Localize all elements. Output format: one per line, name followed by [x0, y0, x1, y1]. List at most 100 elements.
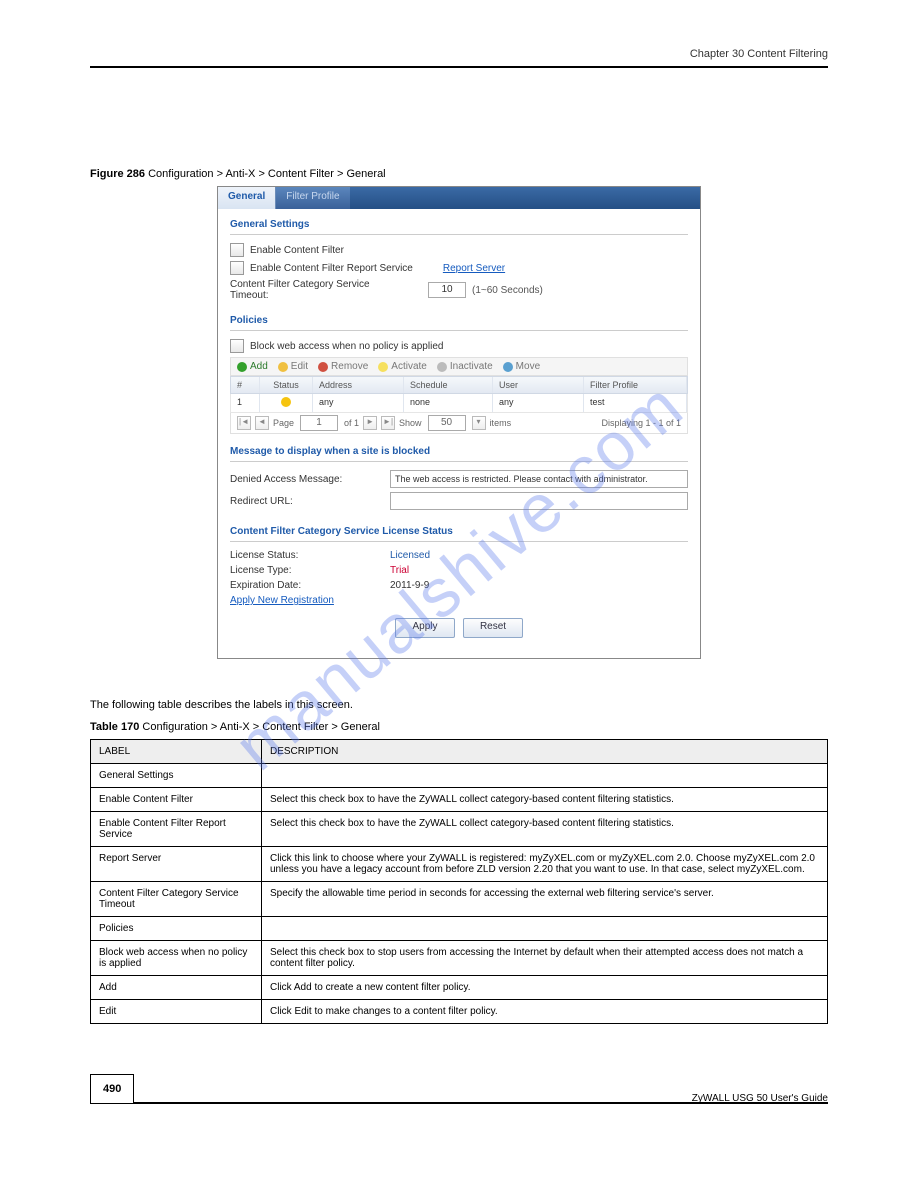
table-row[interactable]: 1 any none any test — [230, 394, 688, 413]
col-address: Address — [313, 377, 404, 393]
section-license: Content Filter Category Service License … — [230, 526, 688, 537]
checkbox-block-no-policy[interactable] — [230, 339, 244, 353]
cell-label: Edit — [91, 1000, 262, 1024]
cell-description: Specify the allowable time period in sec… — [262, 882, 828, 917]
th-description: DESCRIPTION — [262, 740, 828, 764]
table-row: AddClick Add to create a new content fil… — [91, 976, 828, 1000]
header-rule — [90, 66, 828, 68]
cell-description — [262, 917, 828, 941]
cell-description: Click Edit to make changes to a content … — [262, 1000, 828, 1024]
chapter-heading: Chapter 30 Content Filtering — [90, 48, 828, 60]
table-caption-path: Configuration > Anti-X > Content Filter … — [142, 721, 380, 733]
move-icon — [503, 362, 513, 372]
screenshot-panel: General Filter Profile General Settings … — [217, 186, 701, 659]
input-timeout[interactable]: 10 — [428, 282, 466, 298]
cell-description: Select this check box to have the ZyWALL… — [262, 788, 828, 812]
add-button[interactable]: Add — [237, 361, 268, 372]
page-number: 490 — [90, 1074, 134, 1104]
cell-index: 1 — [231, 394, 260, 412]
activate-icon — [378, 362, 388, 372]
input-redirect-url[interactable] — [390, 492, 688, 510]
label-enable-report-service: Enable Content Filter Report Service — [250, 263, 413, 274]
table-caption-lead: Table 170 — [90, 721, 142, 733]
pager-display: Displaying 1 - 1 of 1 — [601, 418, 681, 428]
col-status: Status — [260, 377, 313, 393]
inactivate-button[interactable]: Inactivate — [437, 361, 493, 372]
value-license-status: Licensed — [390, 550, 430, 561]
cell-status — [260, 394, 313, 412]
apply-button[interactable]: Apply — [395, 618, 455, 638]
col-index: # — [231, 377, 260, 393]
tab-bar: General Filter Profile — [218, 187, 700, 209]
bulb-icon — [281, 397, 291, 407]
label-redirect-url: Redirect URL: — [230, 496, 390, 507]
move-button[interactable]: Move — [503, 361, 540, 372]
th-label: LABEL — [91, 740, 262, 764]
cell-label: General Settings — [91, 764, 262, 788]
figure-lead: Figure 286 — [90, 168, 148, 180]
cell-address: any — [313, 394, 404, 412]
pager-prev[interactable]: ◄ — [255, 416, 269, 430]
value-expiration-date: 2011-9-9 — [390, 580, 429, 591]
edit-icon — [278, 362, 288, 372]
pager: |◄ ◄ Page 1 of 1 ► ►| Show 50 ▾ items Di… — [230, 413, 688, 434]
chevron-down-icon[interactable]: ▾ — [472, 416, 486, 430]
tab-filter-profile[interactable]: Filter Profile — [276, 187, 349, 209]
table-intro: The following table describes the labels… — [90, 699, 828, 711]
cell-label: Enable Content Filter — [91, 788, 262, 812]
figure-caption: Figure 286 Configuration > Anti-X > Cont… — [90, 168, 828, 180]
table-row: Enable Content FilterSelect this check b… — [91, 788, 828, 812]
pager-of: of 1 — [344, 418, 359, 428]
tab-general[interactable]: General — [218, 187, 276, 209]
label-enable-content-filter: Enable Content Filter — [250, 245, 344, 256]
section-blocked-message: Message to display when a site is blocke… — [230, 446, 688, 457]
col-user: User — [493, 377, 584, 393]
checkbox-enable-content-filter[interactable] — [230, 243, 244, 257]
cell-label: Block web access when no policy is appli… — [91, 941, 262, 976]
table-row: Block web access when no policy is appli… — [91, 941, 828, 976]
reset-button[interactable]: Reset — [463, 618, 523, 638]
pager-show-label: Show — [399, 418, 422, 428]
input-denied-message[interactable]: The web access is restricted. Please con… — [390, 470, 688, 488]
table-caption: Table 170 Configuration > Anti-X > Conte… — [90, 721, 828, 733]
cell-label: Report Server — [91, 847, 262, 882]
section-general-settings: General Settings — [230, 219, 688, 230]
pager-next[interactable]: ► — [363, 416, 377, 430]
pager-page-label: Page — [273, 418, 294, 428]
pager-page-input[interactable]: 1 — [300, 415, 338, 431]
cell-description — [262, 764, 828, 788]
label-expiration-date: Expiration Date: — [230, 580, 390, 591]
cell-label: Add — [91, 976, 262, 1000]
link-apply-new-registration[interactable]: Apply New Registration — [230, 595, 334, 606]
inactivate-icon — [437, 362, 447, 372]
pager-last[interactable]: ►| — [381, 416, 395, 430]
pager-first[interactable]: |◄ — [237, 416, 251, 430]
section-policies: Policies — [230, 315, 688, 326]
edit-button[interactable]: Edit — [278, 361, 308, 372]
figure-path: Configuration > Anti-X > Content Filter … — [148, 168, 386, 180]
cell-description: Select this check box to have the ZyWALL… — [262, 812, 828, 847]
label-denied-message: Denied Access Message: — [230, 474, 390, 485]
cell-filter-profile: test — [584, 394, 687, 412]
label-block-no-policy: Block web access when no policy is appli… — [250, 341, 443, 352]
cell-schedule: none — [404, 394, 493, 412]
pager-show-input[interactable]: 50 — [428, 415, 466, 431]
cell-description: Click Add to create a new content filter… — [262, 976, 828, 1000]
cell-label: Content Filter Category Service Timeout — [91, 882, 262, 917]
value-license-type: Trial — [390, 565, 409, 576]
link-report-server[interactable]: Report Server — [443, 263, 505, 274]
cell-description: Select this check box to stop users from… — [262, 941, 828, 976]
table-row: Policies — [91, 917, 828, 941]
page-footer: 490 ZyWALL USG 50 User's Guide — [90, 1074, 828, 1104]
label-timeout: Content Filter Category Service Timeout: — [230, 279, 408, 301]
label-license-status: License Status: — [230, 550, 390, 561]
table-row: Content Filter Category Service TimeoutS… — [91, 882, 828, 917]
remove-button[interactable]: Remove — [318, 361, 368, 372]
col-schedule: Schedule — [404, 377, 493, 393]
checkbox-enable-report-service[interactable] — [230, 261, 244, 275]
col-filter-profile: Filter Profile — [584, 377, 687, 393]
table-row: Report ServerClick this link to choose w… — [91, 847, 828, 882]
activate-button[interactable]: Activate — [378, 361, 427, 372]
helper-timeout-range: (1~60 Seconds) — [472, 285, 543, 296]
policies-grid-header: # Status Address Schedule User Filter Pr… — [230, 376, 688, 394]
